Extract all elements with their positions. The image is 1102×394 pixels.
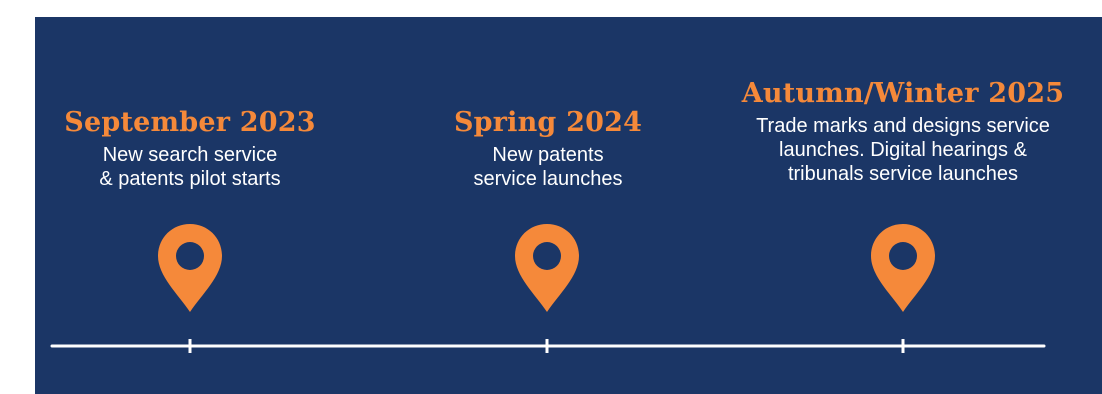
timeline-graphic: September 2023 New search service & pate…: [0, 0, 1102, 394]
timeline-axis: [50, 339, 1046, 353]
